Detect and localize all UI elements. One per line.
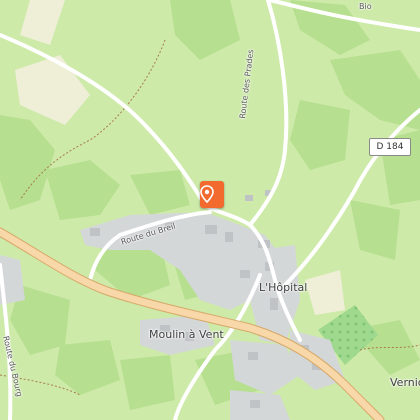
road-shield-d184: D 184 (369, 138, 411, 156)
map-canvas (0, 0, 420, 420)
place-label-lhopital: L'Hôpital (259, 281, 308, 294)
place-label-moulin-a-vent: Moulin à Vent (149, 328, 224, 341)
location-marker[interactable] (200, 181, 224, 208)
map-pin-icon (200, 185, 214, 203)
edge-road-fragment: Bio (359, 2, 372, 11)
place-label-verniq: Verniq (390, 376, 420, 389)
map-view[interactable]: Route des Prades Route du Breil Route du… (0, 0, 420, 420)
